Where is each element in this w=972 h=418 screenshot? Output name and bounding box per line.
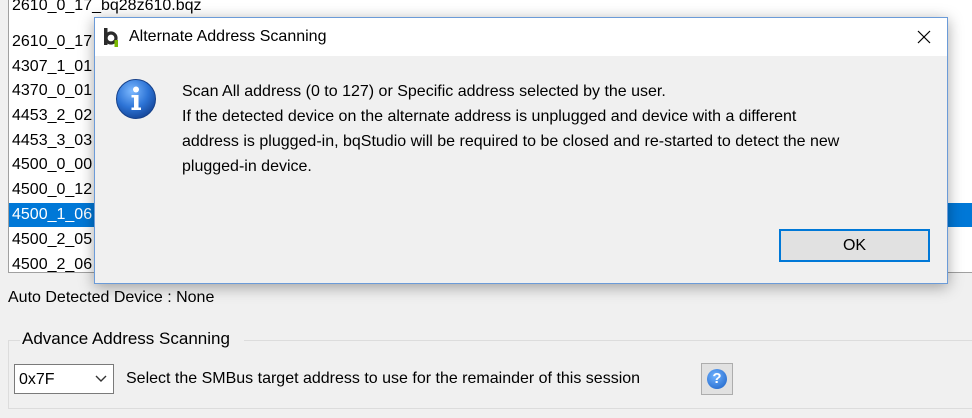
- address-description: Select the SMBus target address to use f…: [126, 370, 641, 387]
- list-item[interactable]: 4453_3_03: [12, 129, 92, 153]
- bq-app-icon: [102, 27, 120, 47]
- list-item[interactable]: 4370_0_01: [12, 79, 92, 103]
- close-icon: [917, 30, 931, 44]
- list-item[interactable]: 4500_0_12: [12, 178, 92, 202]
- message-line: Scan All address (0 to 127) or Specific …: [182, 83, 666, 100]
- help-button[interactable]: ?: [701, 363, 733, 395]
- chevron-down-icon: [95, 371, 107, 383]
- group-border: [8, 340, 20, 341]
- address-dropdown-value: 0x7F: [19, 371, 55, 388]
- info-icon: [115, 78, 157, 120]
- list-item[interactable]: 4500_2_05: [12, 228, 92, 252]
- list-item[interactable]: 2610_0_17: [12, 30, 92, 54]
- message-line: If the detected device on the alternate …: [182, 108, 797, 125]
- message-line: address is plugged-in, bqStudio will be …: [182, 133, 840, 150]
- group-border: [8, 408, 972, 409]
- question-icon: ?: [707, 369, 727, 389]
- auto-detected-device-label: Auto Detected Device : None: [8, 289, 215, 306]
- alternate-address-dialog: Alternate Address Scanning Scan All addr…: [94, 17, 948, 284]
- list-item[interactable]: 4307_1_01: [12, 55, 92, 79]
- list-item[interactable]: 2610_0_17_bq28z610.bqz: [12, 0, 202, 18]
- close-button[interactable]: [901, 18, 947, 56]
- list-item[interactable]: 4453_2_02: [12, 104, 92, 128]
- advance-address-scanning-title: Advance Address Scanning: [22, 329, 230, 348]
- address-dropdown[interactable]: 0x7F: [14, 364, 114, 394]
- message-line: plugged-in device.: [182, 158, 312, 175]
- dialog-message: Scan All address (0 to 127) or Specific …: [182, 79, 942, 179]
- dialog-title: Alternate Address Scanning: [129, 28, 327, 45]
- ok-button[interactable]: OK: [779, 229, 930, 262]
- dialog-titlebar[interactable]: Alternate Address Scanning: [95, 18, 947, 56]
- group-border: [244, 340, 972, 341]
- list-item[interactable]: 4500_2_06: [12, 253, 92, 272]
- group-border: [8, 340, 9, 408]
- list-item[interactable]: 4500_0_00: [12, 153, 92, 177]
